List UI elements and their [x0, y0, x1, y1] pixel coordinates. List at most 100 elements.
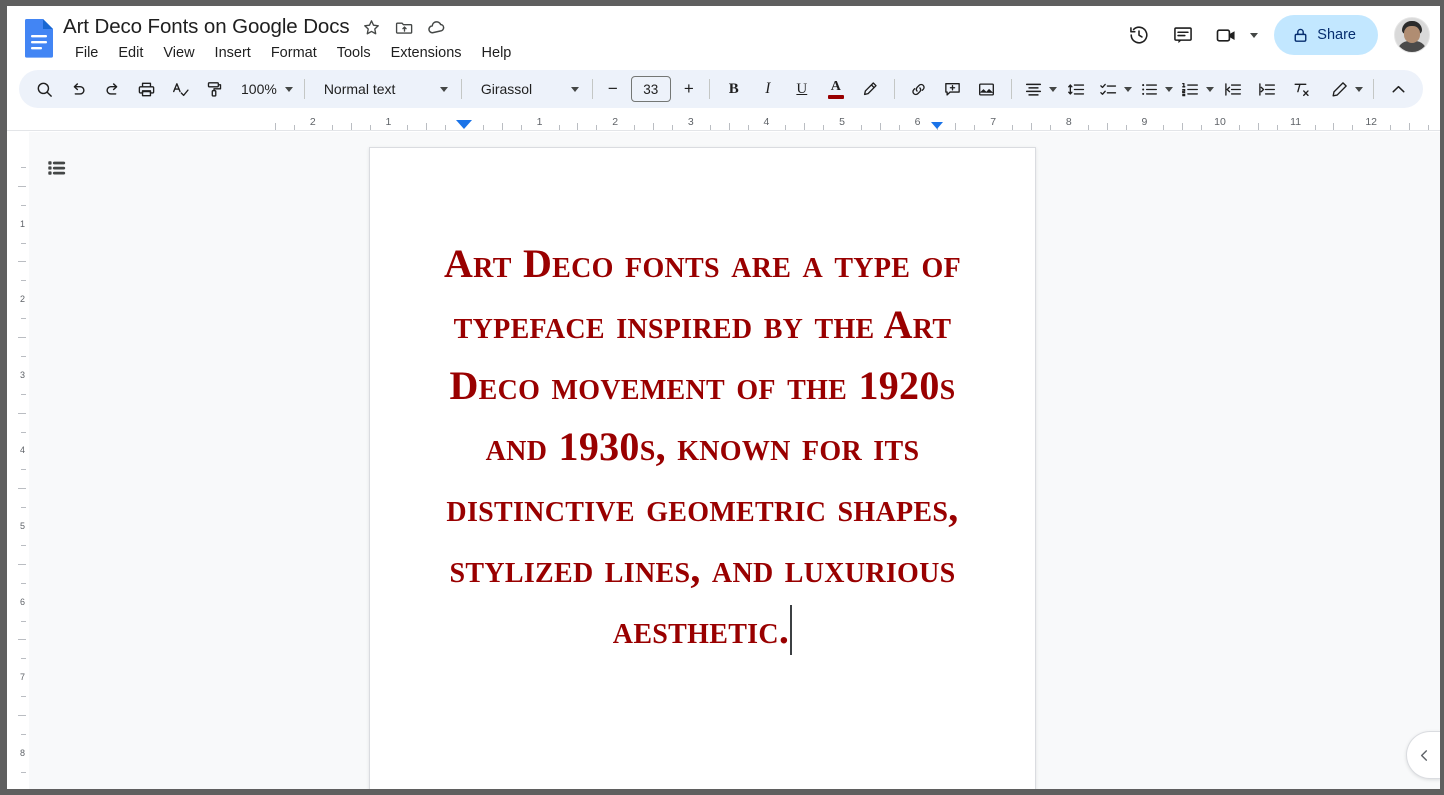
highlight-pen-icon[interactable] [855, 74, 885, 104]
italic-button[interactable]: I [753, 74, 783, 104]
collapse-toolbar-chevron-icon[interactable] [1383, 74, 1413, 104]
page-body: Art Deco fonts are a type of typeface in… [370, 233, 1035, 660]
line-spacing-icon[interactable] [1062, 74, 1092, 104]
toolbar-divider [1373, 79, 1374, 99]
add-comment-icon[interactable] [938, 74, 968, 104]
document-canvas: Art Deco fonts are a type of typeface in… [29, 132, 1440, 789]
font-size-decrease-button[interactable]: − [600, 76, 626, 102]
increase-indent-icon[interactable] [1253, 74, 1283, 104]
ruler-tick [1333, 123, 1334, 130]
undo-icon[interactable] [63, 74, 93, 104]
ruler-tick [1258, 123, 1259, 130]
right-indent-marker[interactable] [931, 122, 943, 129]
ruler-tick [502, 123, 503, 130]
menu-item-help[interactable]: Help [472, 44, 522, 62]
document-page[interactable]: Art Deco fonts are a type of typeface in… [369, 147, 1036, 789]
ruler-baseline [7, 130, 1440, 131]
version-history-icon[interactable] [1119, 15, 1159, 55]
paragraph-style-selector[interactable]: Normal text [312, 75, 454, 103]
ruler-tick [426, 123, 427, 130]
horizontal-ruler[interactable]: 21123456789101112 [7, 112, 1440, 132]
numbered-list-chevron-down-icon [1206, 87, 1214, 92]
ruler-number: 7 [990, 116, 996, 128]
font-size-input[interactable]: 33 [631, 76, 671, 102]
video-call-button[interactable] [1207, 15, 1264, 55]
zoom-selector[interactable]: 100% [231, 75, 297, 103]
toolbar-divider [461, 79, 462, 99]
expand-side-panel-chevron-icon[interactable] [1406, 731, 1440, 779]
insert-image-icon[interactable] [972, 74, 1002, 104]
numbered-list-button[interactable] [1176, 74, 1217, 104]
paragraph-style-chevron-down-icon [440, 87, 448, 92]
text-color-button[interactable]: A [821, 74, 851, 104]
menu-item-edit[interactable]: Edit [108, 44, 153, 62]
left-indent-marker[interactable] [456, 120, 472, 129]
vertical-ruler-tick [21, 772, 26, 773]
avatar-face [1404, 26, 1420, 43]
vertical-ruler-tick [21, 507, 26, 508]
cloud-saved-icon[interactable] [427, 16, 449, 38]
vertical-ruler[interactable]: 12345678 [7, 132, 30, 789]
ruler-number: 2 [612, 116, 618, 128]
star-icon[interactable] [361, 16, 383, 38]
ruler-number: 3 [688, 116, 694, 128]
video-call-icon[interactable] [1209, 18, 1243, 52]
vertical-ruler-tick [18, 564, 26, 565]
video-call-chevron-down-icon[interactable] [1250, 33, 1258, 38]
document-paragraph[interactable]: Art Deco fonts are a type of typeface in… [436, 233, 969, 660]
ruler-number: 8 [1066, 116, 1072, 128]
decrease-indent-icon[interactable] [1219, 74, 1249, 104]
comment-icon[interactable] [1163, 15, 1203, 55]
menu-item-tools[interactable]: Tools [327, 44, 381, 62]
text-color-swatch [828, 95, 844, 99]
underline-button[interactable]: U [787, 74, 817, 104]
vertical-ruler-number: 8 [20, 748, 25, 758]
vertical-ruler-tick [18, 488, 26, 489]
menu-item-insert[interactable]: Insert [205, 44, 261, 62]
vertical-ruler-tick [21, 205, 26, 206]
align-button[interactable] [1019, 74, 1060, 104]
editing-mode-button[interactable] [1325, 74, 1366, 104]
document-title[interactable]: Art Deco Fonts on Google Docs [63, 15, 350, 39]
ruler-tick [653, 123, 654, 130]
font-family-chevron-down-icon [571, 87, 579, 92]
app-header: Art Deco Fonts on Google Docs File [7, 6, 1440, 68]
share-label: Share [1317, 27, 1356, 43]
clear-formatting-icon[interactable] [1287, 74, 1317, 104]
paragraph-style-value: Normal text [324, 81, 396, 97]
menu-item-file[interactable]: File [65, 44, 108, 62]
move-to-folder-icon[interactable] [394, 16, 416, 38]
font-family-value: Girassol [481, 81, 532, 97]
vertical-ruler-tick [21, 734, 26, 735]
vertical-ruler-tick [21, 318, 26, 319]
vertical-ruler-number: 2 [20, 294, 25, 304]
menu-item-extensions[interactable]: Extensions [381, 44, 472, 62]
menu-item-view[interactable]: View [153, 44, 204, 62]
share-button[interactable]: Share [1274, 15, 1378, 55]
bold-button[interactable]: B [719, 74, 749, 104]
checklist-button[interactable] [1094, 74, 1135, 104]
bulleted-list-chevron-down-icon [1165, 87, 1173, 92]
vertical-ruler-tick [21, 243, 26, 244]
paint-format-icon[interactable] [199, 74, 229, 104]
docs-logo-icon[interactable] [21, 18, 57, 58]
ruler-tick [275, 123, 276, 130]
zoom-value: 100% [241, 81, 277, 97]
vertical-ruler-number: 4 [20, 445, 25, 455]
font-family-selector[interactable]: Girassol [469, 75, 585, 103]
print-icon[interactable] [131, 74, 161, 104]
insert-link-icon[interactable] [904, 74, 934, 104]
vertical-ruler-tick [21, 621, 26, 622]
spellcheck-icon[interactable] [165, 74, 195, 104]
menu-item-format[interactable]: Format [261, 44, 327, 62]
ruler-number: 6 [915, 116, 921, 128]
document-outline-icon[interactable] [39, 150, 75, 186]
redo-icon[interactable] [97, 74, 127, 104]
align-center-icon [1024, 80, 1043, 99]
ruler-tick [1107, 123, 1108, 130]
font-size-increase-button[interactable]: + [676, 76, 702, 102]
search-icon[interactable] [29, 74, 59, 104]
account-avatar[interactable] [1394, 17, 1430, 53]
bulleted-list-button[interactable] [1135, 74, 1176, 104]
vertical-ruler-tick [18, 715, 26, 716]
